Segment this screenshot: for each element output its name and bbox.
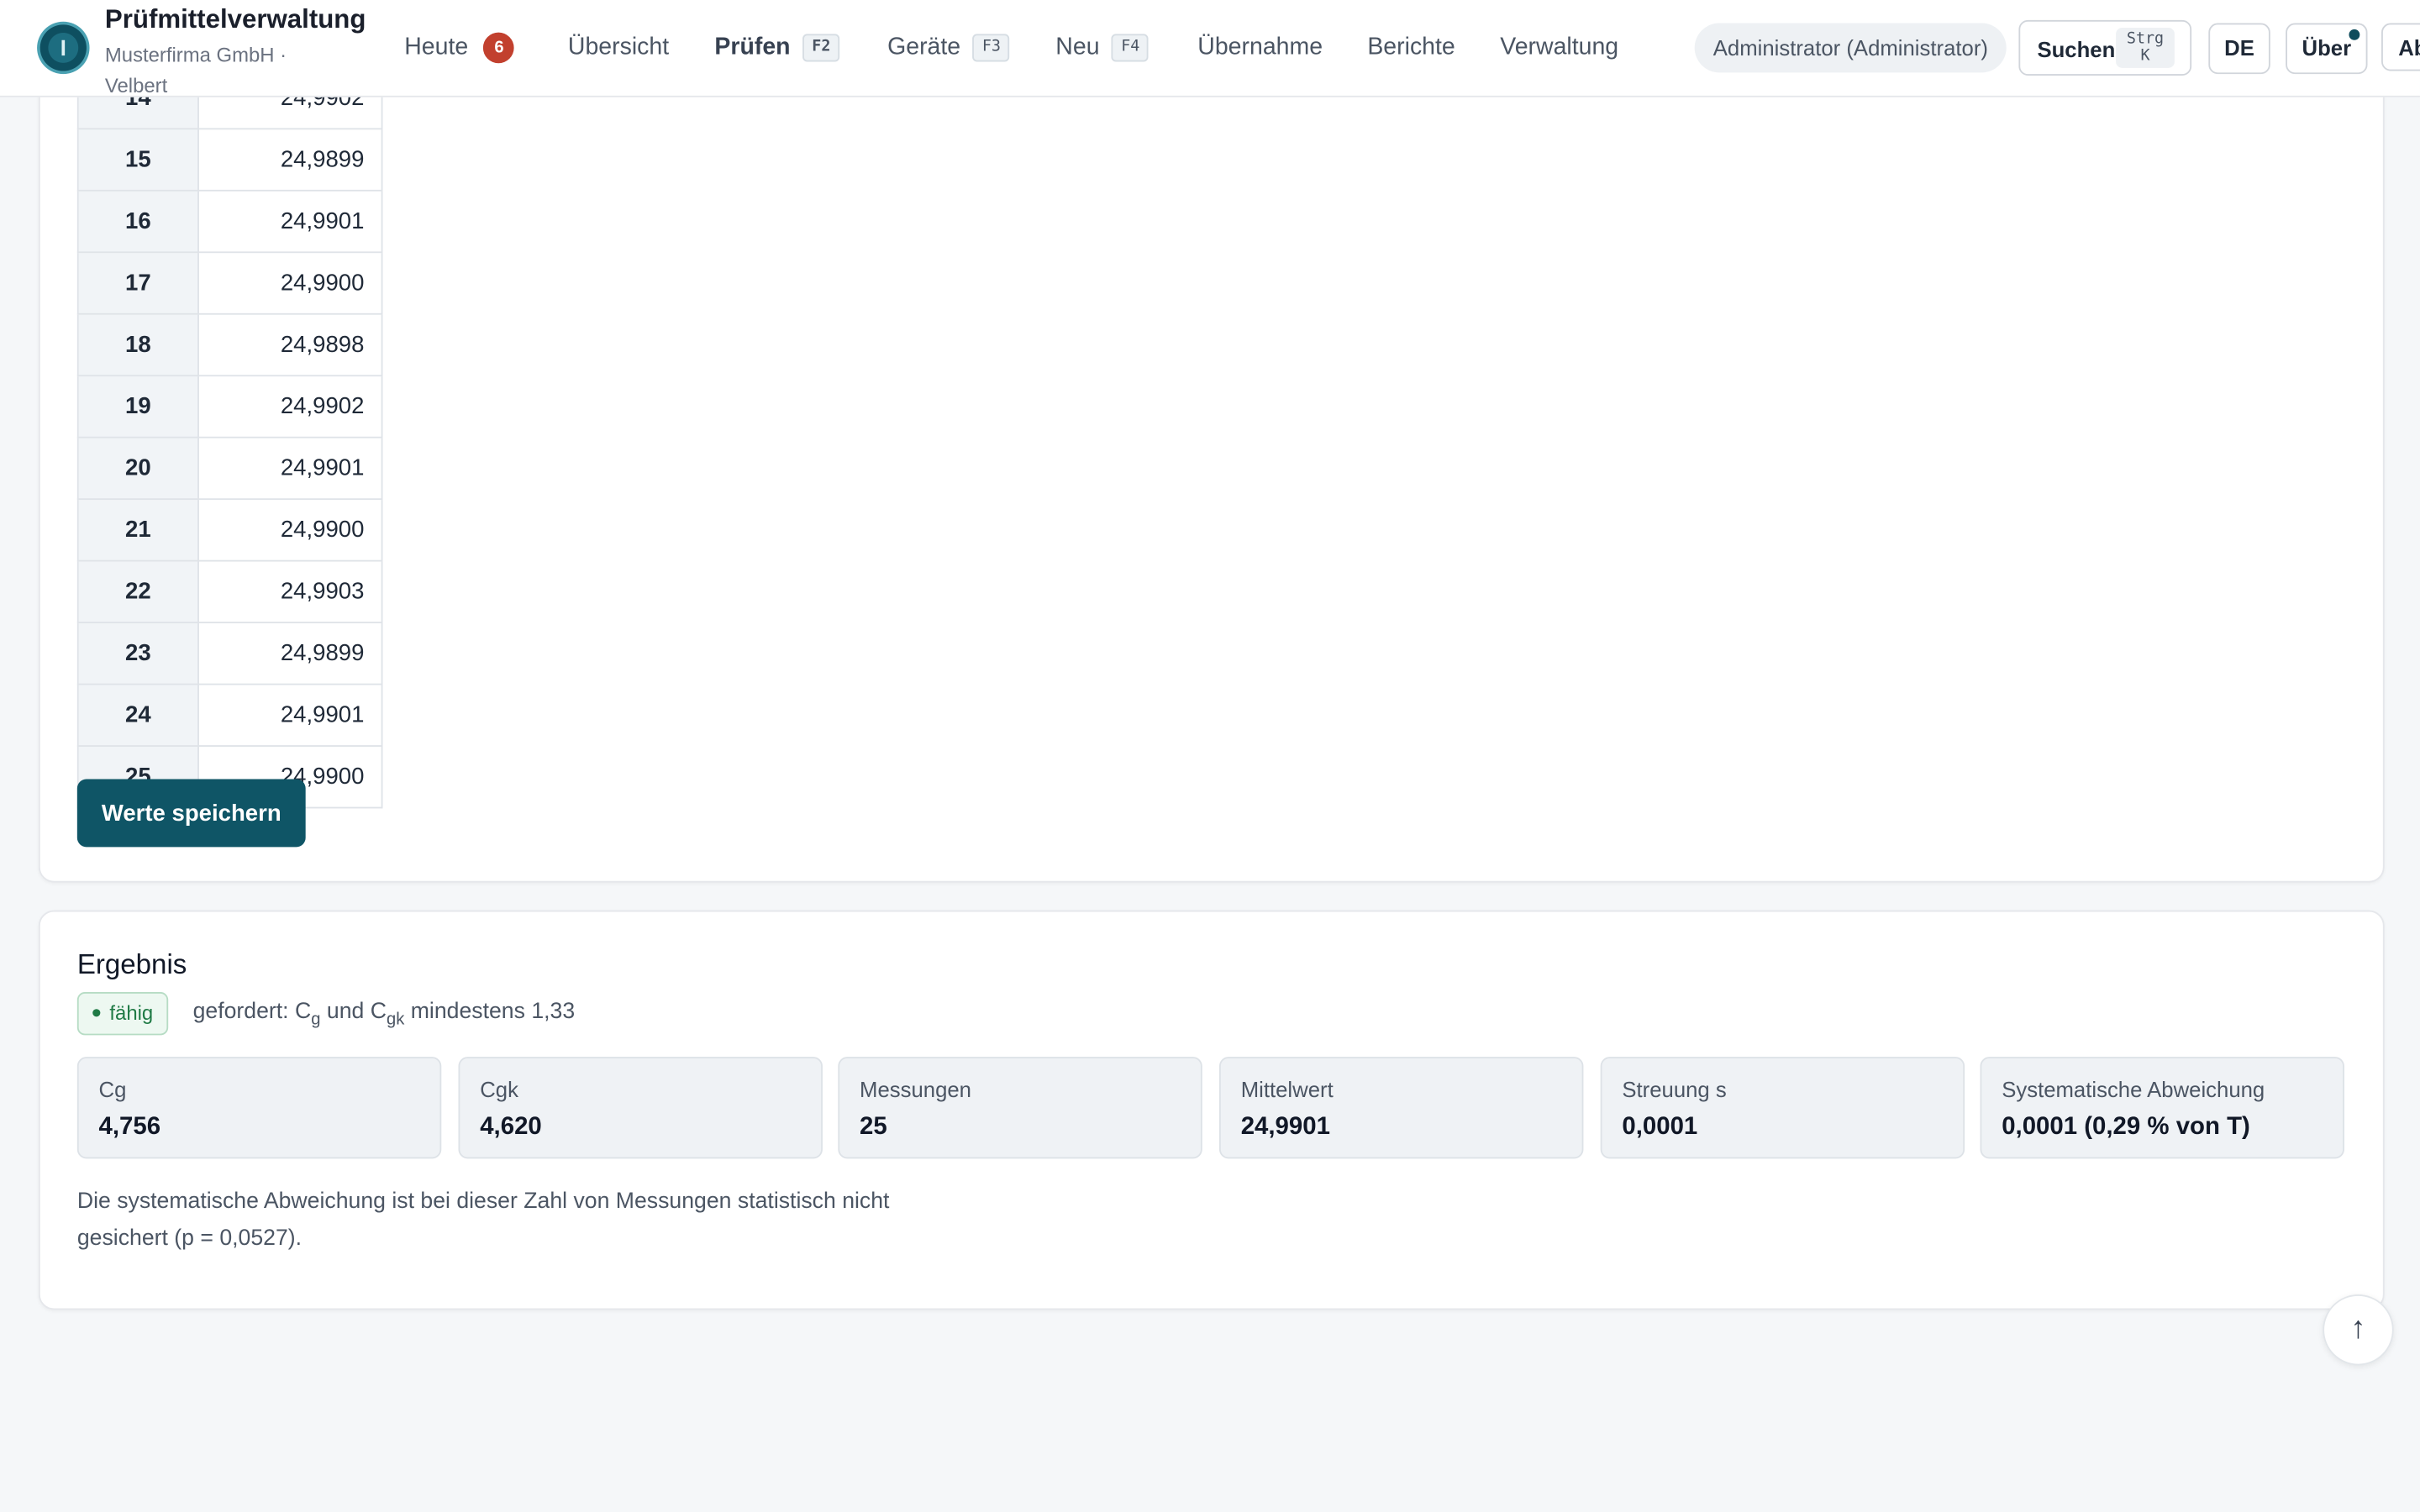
row-index: 23: [76, 622, 199, 685]
metric-value: 24,9901: [1240, 1114, 1330, 1141]
nav-label: Verwaltung: [1500, 34, 1619, 60]
row-index: 24: [76, 683, 199, 747]
table-row: 24 24,9901: [76, 683, 383, 747]
nav-berichte[interactable]: Berichte: [1367, 33, 1455, 64]
metric-label: Mittelwert: [1240, 1077, 1334, 1102]
row-index: 22: [76, 559, 199, 624]
value-field[interactable]: 24,9901: [197, 189, 383, 254]
nav-label: Berichte: [1367, 34, 1455, 60]
shortcut-hint: F4: [1112, 34, 1150, 62]
result-title: Ergebnis: [76, 948, 187, 980]
value-field[interactable]: 24,9901: [197, 436, 383, 501]
value-field[interactable]: 24,9899: [197, 622, 383, 685]
nav-label: Geräte: [887, 34, 961, 60]
nav-uebersicht[interactable]: Übersicht: [568, 33, 669, 64]
metric-cg: Cg 4,756: [76, 1057, 442, 1159]
metric-mittelwert: Mittelwert 24,9901: [1218, 1057, 1584, 1159]
value-field[interactable]: 24,9900: [197, 251, 383, 315]
metric-label: Streuung s: [1622, 1077, 1727, 1102]
measurement-card: 14 24,9902 15 24,9899 16 24,9901 17 24,9900…: [38, 61, 2385, 883]
nav-label: Übersicht: [567, 34, 670, 60]
nav-label: Heute: [404, 34, 469, 60]
row-index: 17: [76, 251, 199, 315]
nav-label: Übernahme: [1197, 34, 1323, 60]
row-index: 20: [76, 436, 199, 501]
status-label: fähig: [109, 1001, 154, 1025]
row-index: 15: [76, 128, 199, 192]
metric-label: Messungen: [860, 1077, 972, 1102]
arrow-up-icon: ↑: [2350, 1311, 2366, 1346]
current-user[interactable]: Administrator (Administrator): [1694, 23, 2007, 73]
value-field[interactable]: 24,9898: [197, 312, 383, 377]
requirement-text: gefordert: Cg und Cgk mindestens 1,33: [192, 1000, 576, 1028]
requirement-sub-gk: gk: [386, 1011, 405, 1030]
row-index: 16: [76, 189, 199, 254]
shortcut-hint: F3: [972, 34, 1011, 62]
search-label: Suchen: [2037, 37, 2116, 62]
requirement-mid: und C: [320, 1000, 387, 1025]
nav-heute[interactable]: Heute 6: [404, 32, 515, 64]
row-index: 19: [76, 375, 199, 438]
logout-button[interactable]: Ab: [2381, 23, 2420, 71]
language-button[interactable]: DE: [2208, 23, 2270, 75]
row-index: 21: [76, 498, 199, 562]
table-row: 17 24,9900: [76, 251, 383, 315]
table-row: 16 24,9901: [76, 189, 383, 254]
status-badge: fähig: [76, 991, 169, 1036]
notification-count-badge: 6: [483, 32, 515, 64]
nav-verwaltung[interactable]: Verwaltung: [1500, 33, 1618, 64]
search-button[interactable]: Suchen Strg K: [2018, 19, 2192, 76]
nav-uebernahme[interactable]: Übernahme: [1197, 33, 1323, 64]
row-index: 18: [76, 312, 199, 377]
update-indicator-icon: [2349, 29, 2360, 40]
table-row: 22 24,9903: [76, 559, 383, 624]
nav-label: Neu: [1055, 34, 1100, 60]
search-shortcut-hint: Strg K: [2116, 28, 2175, 68]
result-note: Die systematische Abweichung ist bei die…: [76, 1189, 890, 1252]
shortcut-hint: F2: [802, 34, 840, 62]
metric-label: Systematische Abweichung: [2002, 1077, 2265, 1102]
value-field[interactable]: 24,9902: [197, 375, 383, 438]
status-dot-icon: [92, 1009, 101, 1017]
metric-value: 0,0001 (0,29 % von T): [2002, 1114, 2250, 1141]
top-navigation-bar: Prüfmittelverwaltung Musterfirma GmbH · …: [0, 0, 2420, 97]
result-card: Ergebnis fähig gefordert: Cg und Cgk min…: [38, 910, 2385, 1310]
table-row: 19 24,9902: [76, 375, 383, 438]
requirement-sub-g: g: [311, 1011, 321, 1030]
about-button[interactable]: Über: [2286, 23, 2368, 75]
table-row: 18 24,9898: [76, 312, 383, 377]
value-field[interactable]: 24,9899: [197, 128, 383, 192]
table-row: 15 24,9899: [76, 128, 383, 192]
metric-value: 25: [860, 1114, 887, 1141]
about-label: Über: [2302, 35, 2352, 60]
metric-value: 4,620: [480, 1114, 542, 1141]
company-name: Musterfirma GmbH · Velbert: [104, 43, 287, 97]
metric-cgk: Cgk 4,620: [458, 1057, 823, 1159]
measurement-table: 14 24,9902 15 24,9899 16 24,9901 17 24,9900…: [76, 66, 383, 809]
value-field[interactable]: 24,9901: [197, 683, 383, 747]
table-row: 21 24,9900: [76, 498, 383, 562]
metric-label: Cg: [98, 1077, 127, 1102]
save-values-button[interactable]: Werte speichern: [76, 779, 306, 848]
metric-messungen: Messungen 25: [838, 1057, 1202, 1159]
page: 14 24,9902 15 24,9899 16 24,9901 17 24,9900…: [0, 0, 2420, 1512]
table-row: 20 24,9901: [76, 436, 383, 501]
requirement-prefix: gefordert: C: [192, 1000, 312, 1025]
app-logo-icon[interactable]: [37, 21, 90, 75]
app-title[interactable]: Prüfmittelverwaltung: [105, 5, 366, 36]
metric-streuung: Streuung s 0,0001: [1600, 1057, 1965, 1159]
nav-geraete[interactable]: Geräte F3: [887, 33, 1011, 64]
nav-pruefen[interactable]: Prüfen F2: [714, 33, 840, 64]
value-field[interactable]: 24,9900: [197, 498, 383, 562]
metric-value: 0,0001: [1622, 1114, 1698, 1141]
value-field[interactable]: 24,9903: [197, 559, 383, 624]
metric-systematische-abweichung: Systematische Abweichung 0,0001 (0,29 % v…: [1980, 1057, 2344, 1159]
scroll-to-top-button[interactable]: ↑: [2323, 1294, 2394, 1366]
nav-label: Prüfen: [714, 34, 791, 60]
nav-neu[interactable]: Neu F4: [1055, 33, 1150, 64]
table-row: 23 24,9899: [76, 622, 383, 685]
metric-label: Cgk: [480, 1077, 518, 1102]
metric-value: 4,756: [98, 1114, 161, 1141]
requirement-suffix: mindestens 1,33: [404, 1000, 576, 1025]
